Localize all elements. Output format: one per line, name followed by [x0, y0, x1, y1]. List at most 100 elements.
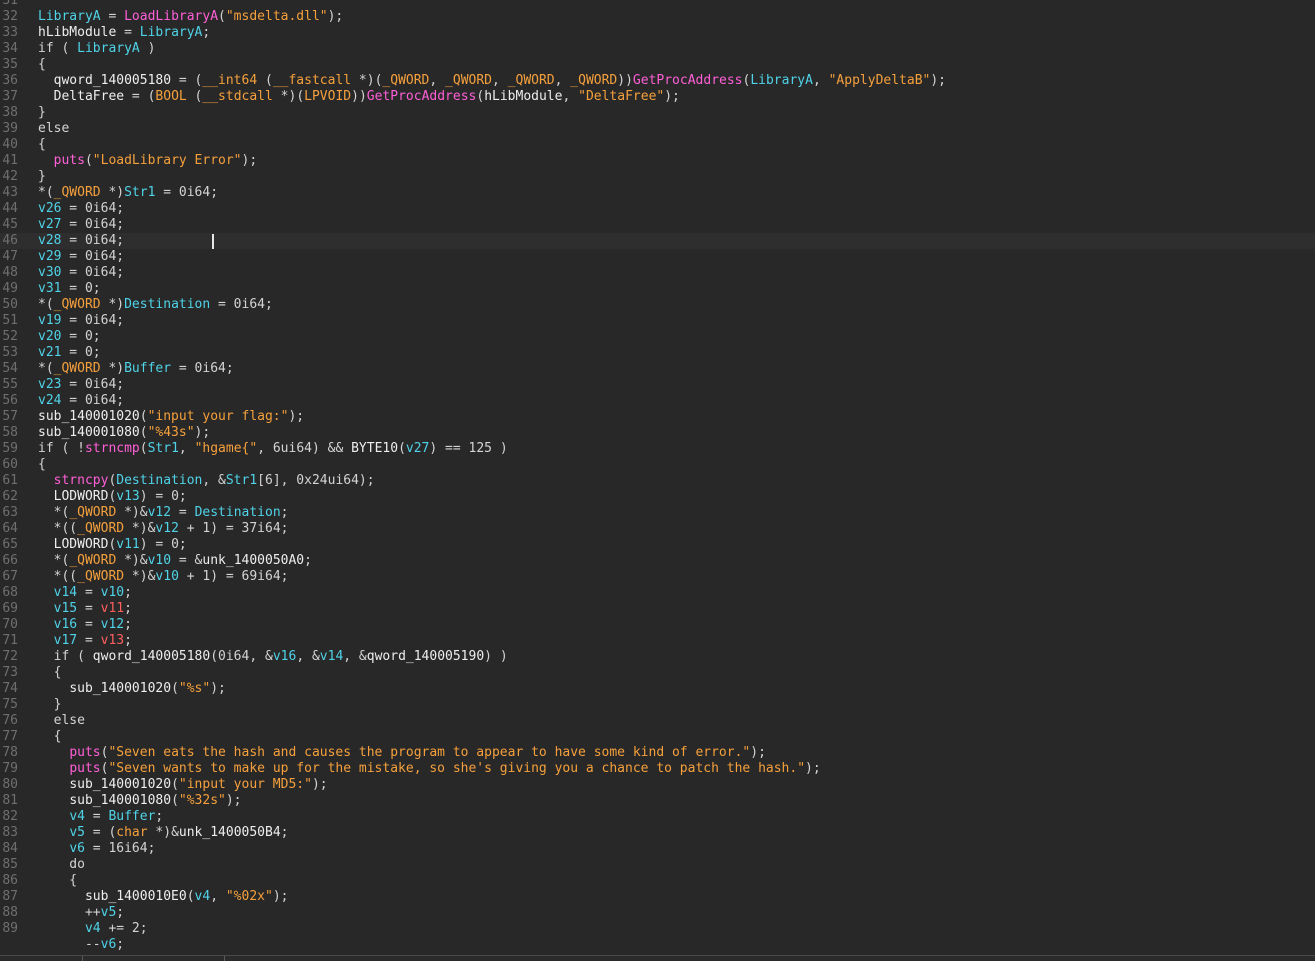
code-text[interactable]: sub_140001020("%s"); — [38, 681, 226, 697]
code-line[interactable]: 57 sub_140001020("input your flag:"); — [0, 409, 1315, 425]
code-line[interactable]: 41 puts("LoadLibrary Error"); — [0, 153, 1315, 169]
code-token[interactable]: v27 — [406, 441, 429, 456]
code-text[interactable]: v14 = v10; — [38, 585, 132, 601]
code-token[interactable]: Str1 — [148, 441, 179, 456]
code-text[interactable]: v21 = 0; — [38, 345, 101, 361]
code-text[interactable]: sub_140001020("input your MD5:"); — [38, 777, 327, 793]
code-text[interactable]: v4 = Buffer; — [38, 809, 163, 825]
code-token[interactable]: v16 — [54, 617, 77, 632]
pseudocode-editor[interactable]: 31 32 LibraryA = LoadLibraryA("msdelta.dll… — [0, 0, 1315, 953]
code-line[interactable]: 52 v20 = 0; — [0, 329, 1315, 345]
code-text[interactable]: *(_QWORD *)Destination = 0i64; — [38, 297, 273, 313]
code-token[interactable]: v6 — [101, 937, 117, 952]
code-line[interactable]: 64 *((_QWORD *)&v12 + 1) = 37i64; — [0, 521, 1315, 537]
code-line[interactable]: 43 *(_QWORD *)Str1 = 0i64; — [0, 185, 1315, 201]
code-token[interactable]: unk_1400050B4 — [179, 825, 281, 840]
code-line[interactable]: 75 } — [0, 697, 1315, 713]
code-token[interactable]: "ApplyDeltaB" — [829, 73, 931, 88]
code-token[interactable]: char — [116, 825, 147, 840]
code-text[interactable]: v6 = 16i64; — [38, 841, 155, 857]
code-line[interactable]: 87 sub_1400010E0(v4, "%02x"); — [0, 889, 1315, 905]
code-line[interactable]: 66 *(_QWORD *)&v10 = &unk_1400050A0; — [0, 553, 1315, 569]
code-line[interactable]: 58 sub_140001080("%43s"); — [0, 425, 1315, 441]
code-line[interactable]: 81 sub_140001080("%32s"); — [0, 793, 1315, 809]
code-token[interactable]: Destination — [195, 505, 281, 520]
code-line[interactable]: 36 qword_140005180 = (__int64 (__fastcal… — [0, 73, 1315, 89]
code-text[interactable]: if ( !strncmp(Str1, "hgame{", 6ui64) && … — [38, 441, 508, 457]
code-text[interactable]: v19 = 0i64; — [38, 313, 124, 329]
code-token[interactable]: v16 — [273, 649, 296, 664]
code-line[interactable]: 53 v21 = 0; — [0, 345, 1315, 361]
code-token[interactable]: v17 — [54, 633, 77, 648]
code-line[interactable]: 39 else — [0, 121, 1315, 137]
code-token[interactable]: hLibModule — [484, 89, 562, 104]
code-token[interactable]: puts — [69, 761, 100, 776]
code-token[interactable]: _QWORD — [69, 505, 116, 520]
code-token[interactable]: v27 — [38, 217, 61, 232]
code-token[interactable]: "input your flag:" — [148, 409, 289, 424]
code-text[interactable]: *((_QWORD *)&v12 + 1) = 37i64; — [38, 521, 289, 537]
code-token[interactable]: BOOL — [155, 89, 186, 104]
code-line[interactable]: 79 puts("Seven wants to make up for the … — [0, 761, 1315, 777]
code-token[interactable]: v11 — [116, 537, 139, 552]
code-text[interactable]: v30 = 0i64; — [38, 265, 124, 281]
code-line[interactable]: --v6; — [0, 937, 1315, 953]
code-token[interactable]: v11 — [101, 601, 124, 616]
code-token[interactable]: __stdcall — [202, 89, 272, 104]
code-text[interactable]: --v6; — [38, 937, 124, 953]
code-token[interactable]: LODWORD — [54, 489, 109, 504]
code-token[interactable]: v30 — [38, 265, 61, 280]
code-token[interactable]: Buffer — [108, 809, 155, 824]
code-text[interactable]: v17 = v13; — [38, 633, 132, 649]
code-line[interactable]: 45 v27 = 0i64; — [0, 217, 1315, 233]
code-line[interactable]: 70 v16 = v12; — [0, 617, 1315, 633]
code-token[interactable]: _QWORD — [54, 297, 101, 312]
code-token[interactable]: v23 — [38, 377, 61, 392]
code-token[interactable]: _QWORD — [54, 361, 101, 376]
code-token[interactable]: DeltaFree — [54, 89, 124, 104]
code-token[interactable]: v21 — [38, 345, 61, 360]
code-token[interactable]: strncpy — [54, 473, 109, 488]
code-token[interactable]: "hgame{" — [195, 441, 258, 456]
code-text[interactable]: { — [38, 729, 62, 745]
code-text[interactable]: v15 = v11; — [38, 601, 132, 617]
code-text[interactable]: if ( LibraryA ) — [38, 41, 155, 57]
code-token[interactable]: LibraryA — [38, 9, 101, 24]
code-text[interactable]: v23 = 0i64; — [38, 377, 124, 393]
code-token[interactable]: LibraryA — [77, 41, 140, 56]
code-text[interactable]: if ( qword_140005180(0i64, &v16, &v14, &… — [38, 649, 508, 665]
code-token[interactable]: "DeltaFree" — [578, 89, 664, 104]
code-token[interactable]: Str1 — [124, 185, 155, 200]
code-line[interactable]: 44 v26 = 0i64; — [0, 201, 1315, 217]
code-text[interactable]: do — [38, 857, 85, 873]
code-line[interactable]: 38} — [0, 105, 1315, 121]
code-text[interactable]: } — [38, 169, 46, 185]
code-text[interactable]: *(_QWORD *)Str1 = 0i64; — [38, 185, 218, 201]
code-text[interactable]: else — [38, 713, 85, 729]
code-line[interactable]: 60 { — [0, 457, 1315, 473]
code-line[interactable]: 61 strncpy(Destination, &Str1[6], 0x24ui… — [0, 473, 1315, 489]
code-token[interactable]: v4 — [85, 921, 101, 936]
code-text[interactable]: *(_QWORD *)&v10 = &unk_1400050A0; — [38, 553, 312, 569]
code-token[interactable]: v24 — [38, 393, 61, 408]
code-text[interactable]: else — [38, 121, 69, 137]
code-token[interactable]: v13 — [116, 489, 139, 504]
code-line[interactable]: 83 v5 = (char *)&unk_1400050B4; — [0, 825, 1315, 841]
code-token[interactable]: Destination — [124, 297, 210, 312]
code-token[interactable]: GetProcAddress — [633, 73, 743, 88]
code-text[interactable]: hLibModule = LibraryA; — [38, 25, 210, 41]
code-text[interactable]: v26 = 0i64; — [38, 201, 124, 217]
code-token[interactable]: LPVOID — [304, 89, 351, 104]
code-token[interactable]: _QWORD — [69, 553, 116, 568]
code-line[interactable]: 84 v6 = 16i64; — [0, 841, 1315, 857]
code-line[interactable]: 85 do — [0, 857, 1315, 873]
code-token[interactable]: Str1 — [226, 473, 257, 488]
code-token[interactable]: _QWORD — [77, 569, 124, 584]
code-token[interactable]: "%32s" — [179, 793, 226, 808]
code-line[interactable]: 65 LODWORD(v11) = 0; — [0, 537, 1315, 553]
code-text[interactable]: DeltaFree = (BOOL (__stdcall *)(LPVOID))… — [38, 89, 680, 105]
code-line[interactable]: 68 v14 = v10; — [0, 585, 1315, 601]
code-token[interactable]: __int64 — [202, 73, 257, 88]
code-text[interactable]: } — [38, 105, 46, 121]
code-token[interactable]: "%43s" — [148, 425, 195, 440]
